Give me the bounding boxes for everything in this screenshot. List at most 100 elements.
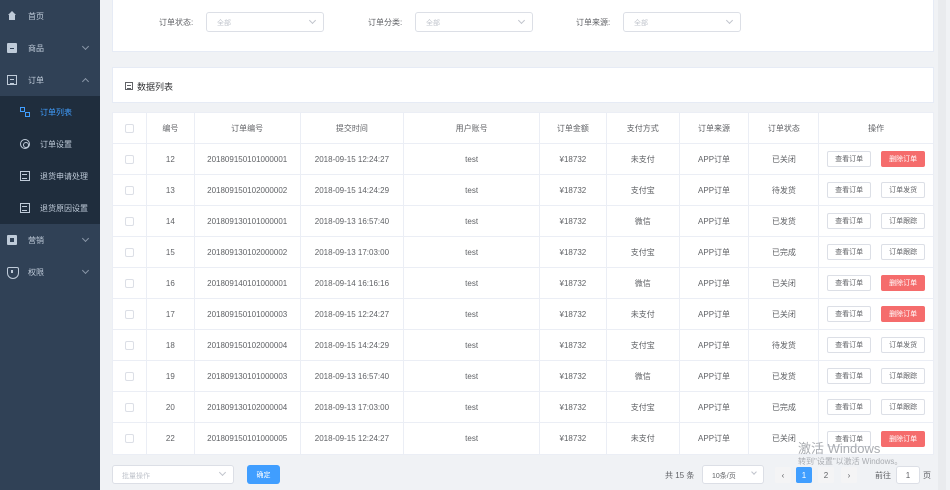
page-1-button[interactable]: 1 xyxy=(796,467,812,483)
cell-sn: 201809150102000004 xyxy=(195,330,301,360)
sidebar-item-product[interactable]: 商品 xyxy=(0,32,100,64)
view-order-button[interactable]: 查看订单 xyxy=(827,182,872,198)
gear-icon xyxy=(20,139,30,149)
prev-page-button[interactable]: ‹ xyxy=(775,467,791,483)
source-filter-value: 全部 xyxy=(634,20,648,27)
order-action-button[interactable]: 订单跟踪 xyxy=(881,244,926,260)
order-action-button[interactable]: 订单发货 xyxy=(881,337,926,353)
cell-user: test xyxy=(404,361,540,391)
view-order-button[interactable]: 查看订单 xyxy=(827,244,872,260)
row-checkbox-cell xyxy=(113,423,147,454)
cell-user: test xyxy=(404,175,540,205)
goto-label: 前往 xyxy=(875,471,891,480)
cell-actions: 查看订单 订单发货 xyxy=(819,175,933,205)
sidebar-item-marketing[interactable]: 营销 xyxy=(0,224,100,256)
sidebar-item-order-settings[interactable]: 订单设置 xyxy=(0,128,100,160)
cell-sn: 201809150102000002 xyxy=(195,175,301,205)
cell-sn: 201809130102000004 xyxy=(195,392,301,422)
cell-source: APP订单 xyxy=(680,330,750,360)
header-cell: 订单状态 xyxy=(749,113,820,143)
sidebar-item-order-list[interactable]: 订单列表 xyxy=(0,96,100,128)
row-checkbox[interactable] xyxy=(124,278,134,288)
header-cell: 用户账号 xyxy=(404,113,540,143)
row-checkbox[interactable] xyxy=(124,309,134,319)
view-order-button[interactable]: 查看订单 xyxy=(827,151,872,167)
sidebar-item-label: 订单 xyxy=(28,75,44,85)
row-checkbox[interactable] xyxy=(124,185,134,195)
cell-amount: ¥18732 xyxy=(540,299,607,329)
header-cell: 操作 xyxy=(868,123,885,133)
cell-id: 12 xyxy=(147,144,195,174)
row-checkbox-cell xyxy=(113,299,147,329)
delete-order-button[interactable]: 删除订单 xyxy=(881,275,926,291)
list-icon xyxy=(20,203,30,213)
sidebar-item-permission[interactable]: 权限 xyxy=(0,256,100,288)
view-order-button[interactable]: 查看订单 xyxy=(827,368,872,384)
cell-status: 已关闭 xyxy=(749,144,820,174)
order-icon xyxy=(7,75,17,85)
cell-time: 2018-09-13 17:03:00 xyxy=(301,392,405,422)
category-filter-select[interactable]: 全部 xyxy=(415,12,533,32)
view-order-button[interactable]: 查看订单 xyxy=(827,306,872,322)
chevron-up-icon xyxy=(81,77,90,86)
row-checkbox-cell xyxy=(113,330,147,360)
cell-sn: 201809130101000001 xyxy=(195,206,301,236)
cell-user: test xyxy=(404,144,540,174)
page-scrollbar[interactable] xyxy=(938,0,946,490)
order-table: 编号 订单编号 提交时间 用户账号 订单金额 支付方式 订单来源 订单状态 操作… xyxy=(112,112,934,455)
cell-amount: ¥18732 xyxy=(540,237,607,267)
cell-time: 2018-09-13 16:57:40 xyxy=(301,206,405,236)
cell-id: 18 xyxy=(147,330,195,360)
row-checkbox[interactable] xyxy=(124,371,134,381)
cell-amount: ¥18732 xyxy=(540,175,607,205)
sidebar-item-label: 首页 xyxy=(28,11,44,21)
status-filter-select[interactable]: 全部 xyxy=(206,12,324,32)
cell-source: APP订单 xyxy=(680,175,750,205)
cell-time: 2018-09-15 12:24:27 xyxy=(301,144,405,174)
cell-actions: 查看订单 订单跟踪 xyxy=(819,206,933,236)
cell-amount: ¥18732 xyxy=(540,392,607,422)
order-action-button[interactable]: 订单发货 xyxy=(881,182,926,198)
chevron-down-icon xyxy=(517,16,526,25)
select-all-checkbox[interactable] xyxy=(124,123,134,133)
view-order-button[interactable]: 查看订单 xyxy=(827,337,872,353)
batch-action-select[interactable]: 批量操作 xyxy=(112,465,234,484)
sidebar-item-return-apply[interactable]: 退货申请处理 xyxy=(0,160,100,192)
row-checkbox[interactable] xyxy=(124,216,134,226)
table-row: 13 201809150102000002 2018-09-15 14:24:29 t… xyxy=(113,175,933,206)
cell-time: 2018-09-15 14:24:29 xyxy=(301,175,405,205)
cell-status: 已发货 xyxy=(749,361,820,391)
cell-actions: 查看订单 订单发货 xyxy=(819,330,933,360)
sidebar-item-home[interactable]: 首页 xyxy=(0,0,100,32)
row-checkbox[interactable] xyxy=(124,247,134,257)
cell-source: APP订单 xyxy=(680,206,750,236)
cell-amount: ¥18732 xyxy=(540,361,607,391)
delete-order-button[interactable]: 删除订单 xyxy=(881,306,926,322)
view-order-button[interactable]: 查看订单 xyxy=(827,399,872,415)
view-order-button[interactable]: 查看订单 xyxy=(827,213,872,229)
cell-sn: 201809130101000003 xyxy=(195,361,301,391)
row-checkbox[interactable] xyxy=(124,340,134,350)
sidebar-item-order[interactable]: 订单 xyxy=(0,64,100,96)
row-checkbox[interactable] xyxy=(124,154,134,164)
order-action-button[interactable]: 订单跟踪 xyxy=(881,368,926,384)
source-filter-select[interactable]: 全部 xyxy=(623,12,741,32)
sidebar-item-label: 权限 xyxy=(28,267,44,277)
sidebar-item-return-reason[interactable]: 退货原因设置 xyxy=(0,192,100,224)
next-page-button[interactable]: › xyxy=(841,467,857,483)
goto-page-input[interactable]: 1 xyxy=(896,466,920,484)
cell-amount: ¥18732 xyxy=(540,423,607,454)
delete-order-button[interactable]: 删除订单 xyxy=(881,151,926,167)
view-order-button[interactable]: 查看订单 xyxy=(827,275,872,291)
sidebar-item-label: 退货原因设置 xyxy=(40,203,88,213)
confirm-button[interactable]: 确定 xyxy=(247,465,280,484)
page-2-button[interactable]: 2 xyxy=(818,467,834,483)
page-size-select[interactable]: 10条/页 xyxy=(702,465,764,484)
sale-icon xyxy=(7,235,17,245)
data-list-header: 数据列表 xyxy=(112,67,934,103)
order-action-button[interactable]: 订单跟踪 xyxy=(881,213,926,229)
order-action-button[interactable]: 订单跟踪 xyxy=(881,399,926,415)
chevron-down-icon xyxy=(81,234,90,243)
row-checkbox[interactable] xyxy=(124,434,134,443)
row-checkbox[interactable] xyxy=(124,402,134,412)
